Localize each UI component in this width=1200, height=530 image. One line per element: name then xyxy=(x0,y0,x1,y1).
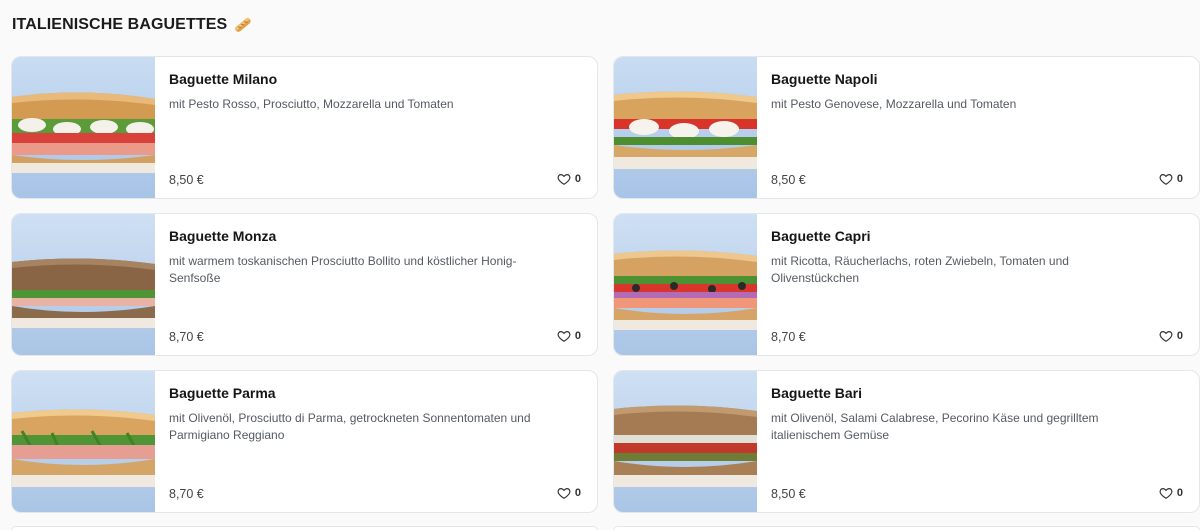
like-button[interactable]: 0 xyxy=(1159,486,1183,500)
like-count: 0 xyxy=(1176,330,1183,342)
product-price: 8,70 € xyxy=(169,487,204,501)
like-button[interactable]: 0 xyxy=(1159,329,1183,343)
product-price: 8,50 € xyxy=(169,173,204,187)
product-price: 8,50 € xyxy=(771,173,806,187)
like-count: 0 xyxy=(1176,173,1183,185)
product-card[interactable]: Baguette Napoli mit Pesto Genovese, Mozz… xyxy=(613,56,1200,199)
heart-icon xyxy=(1159,331,1173,342)
baguette-bari-photo xyxy=(614,371,757,512)
product-name: Baguette Napoli xyxy=(771,71,878,87)
card-body: Baguette Capri mit Ricotta, Räucherlachs… xyxy=(757,214,1199,355)
product-grid: Baguette Milano mit Pesto Rosso, Prosciu… xyxy=(11,56,1200,513)
like-button[interactable]: 0 xyxy=(557,172,581,186)
product-price: 8,70 € xyxy=(771,330,806,344)
product-name: Baguette Capri xyxy=(771,228,871,244)
heart-icon xyxy=(557,174,571,185)
product-name: Baguette Bari xyxy=(771,385,863,401)
baguette-icon xyxy=(233,15,253,35)
heart-icon xyxy=(1159,488,1173,499)
product-card[interactable]: Baguette Milano mit Pesto Rosso, Prosciu… xyxy=(11,56,598,199)
heart-icon xyxy=(557,488,571,499)
baguette-monza-photo xyxy=(12,214,155,355)
product-description: mit Pesto Rosso, Prosciutto, Mozzarella … xyxy=(169,97,454,111)
heart-icon xyxy=(557,331,571,342)
product-price: 8,70 € xyxy=(169,330,204,344)
product-name: Baguette Monza xyxy=(169,228,277,244)
product-description: mit warmem toskanischen Prosciutto Bolli… xyxy=(169,254,517,285)
product-description: mit Olivenöl, Prosciutto di Parma, getro… xyxy=(169,411,531,442)
like-count: 0 xyxy=(574,173,581,185)
baguette-milano-photo xyxy=(12,57,155,198)
product-card[interactable]: Baguette Monza mit warmem toskanischen P… xyxy=(11,213,598,356)
card-body: Baguette Milano mit Pesto Rosso, Prosciu… xyxy=(155,57,597,198)
like-button[interactable]: 0 xyxy=(1159,172,1183,186)
card-body: Baguette Bari mit Olivenöl, Salami Calab… xyxy=(757,371,1199,512)
product-name: Baguette Milano xyxy=(169,71,278,87)
card-body: Baguette Parma mit Olivenöl, Prosciutto … xyxy=(155,371,597,512)
section-title: ITALIENISCHE BAGUETTES xyxy=(12,15,253,35)
section-title-text: ITALIENISCHE BAGUETTES xyxy=(12,16,228,33)
product-price: 8,50 € xyxy=(771,487,806,501)
heart-icon xyxy=(1159,174,1173,185)
card-body: Baguette Napoli mit Pesto Genovese, Mozz… xyxy=(757,57,1199,198)
product-name: Baguette Parma xyxy=(169,385,276,401)
card-body: Baguette Monza mit warmem toskanischen P… xyxy=(155,214,597,355)
product-description: mit Pesto Genovese, Mozzarella und Tomat… xyxy=(771,97,1017,111)
next-card-edge xyxy=(11,526,598,530)
like-count: 0 xyxy=(574,487,581,499)
product-card[interactable]: Baguette Capri mit Ricotta, Räucherlachs… xyxy=(613,213,1200,356)
like-button[interactable]: 0 xyxy=(557,329,581,343)
product-description: mit Olivenöl, Salami Calabrese, Pecorino… xyxy=(771,411,1099,442)
like-count: 0 xyxy=(1176,487,1183,499)
next-card-edge xyxy=(613,526,1200,530)
product-description: mit Ricotta, Räucherlachs, roten Zwiebel… xyxy=(771,254,1069,285)
like-count: 0 xyxy=(574,330,581,342)
product-card[interactable]: Baguette Bari mit Olivenöl, Salami Calab… xyxy=(613,370,1200,513)
baguette-capri-photo xyxy=(614,214,757,355)
baguette-napoli-photo xyxy=(614,57,757,198)
like-button[interactable]: 0 xyxy=(557,486,581,500)
baguette-parma-photo xyxy=(12,371,155,512)
product-card[interactable]: Baguette Parma mit Olivenöl, Prosciutto … xyxy=(11,370,598,513)
